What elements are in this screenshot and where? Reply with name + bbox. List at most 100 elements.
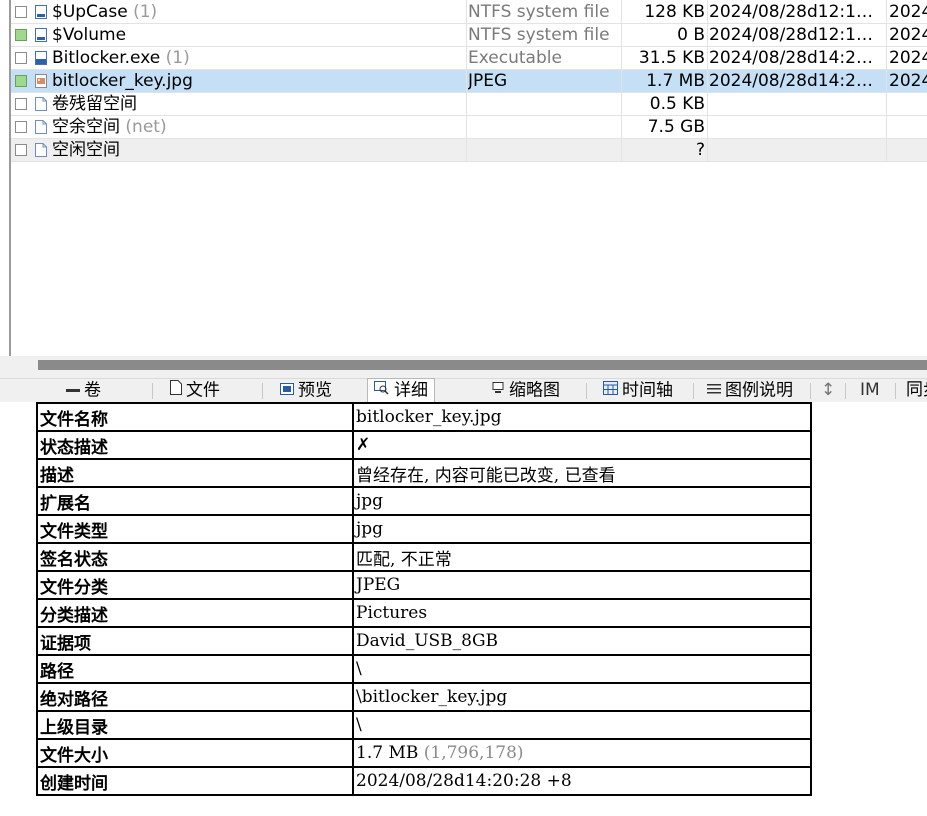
file-type: NTFS system file xyxy=(468,25,610,45)
tab-separator xyxy=(895,383,896,399)
tab-thumbnails[interactable]: 缩略图 xyxy=(491,379,560,402)
file-count: (net) xyxy=(125,117,167,137)
column-divider xyxy=(707,0,708,161)
file-type: JPEG xyxy=(468,71,508,91)
detail-value: jpg xyxy=(356,519,384,539)
row-checkbox[interactable] xyxy=(15,75,27,87)
file-size: 0.5 KB xyxy=(649,94,705,114)
tab-label: 卷 xyxy=(84,380,101,401)
file-type xyxy=(468,139,618,162)
file-date-2 xyxy=(889,116,927,139)
row-divider xyxy=(11,69,927,70)
row-divider xyxy=(11,138,927,139)
details-icon xyxy=(374,379,390,402)
executable-file-icon xyxy=(35,51,47,65)
table-row: 文件大小 1.7 MB (1,796,178) xyxy=(36,738,812,768)
file-row[interactable]: 卷残留空间 0.5 KB xyxy=(11,93,927,116)
row-checkbox[interactable] xyxy=(15,121,27,133)
detail-value: bitlocker_key.jpg xyxy=(356,407,502,427)
row-divider xyxy=(11,23,927,24)
tab-label: 图例说明 xyxy=(725,380,793,401)
calendar-icon xyxy=(603,379,618,402)
thumbnail-icon xyxy=(491,379,505,402)
file-row-selected[interactable]: bitlocker_key.jpg JPEG 1.7 MB 2024/08/28… xyxy=(11,70,927,93)
file-row[interactable]: $Volume NTFS system file 0 B 2024/08/28d… xyxy=(11,24,927,47)
detail-key: 文件类型 xyxy=(36,514,354,544)
image-file-icon xyxy=(35,74,47,88)
file-row[interactable]: 空闲空间 ? xyxy=(11,139,927,162)
file-date xyxy=(709,116,885,139)
table-row: 创建时间 2024/08/28d14:20:28 +8 xyxy=(36,766,812,796)
document-icon xyxy=(170,379,182,402)
detail-value: 匹配, 不正常 xyxy=(356,549,452,570)
tab-preview[interactable]: 预览 xyxy=(280,379,332,402)
table-row: 上级目录 \ xyxy=(36,710,812,740)
tab-volume[interactable]: 卷 xyxy=(66,379,101,402)
tab-im[interactable]: IM xyxy=(860,379,880,402)
detail-key: 扩展名 xyxy=(36,486,354,516)
table-row: 绝对路径 \bitlocker_key.jpg xyxy=(36,682,812,712)
preview-icon xyxy=(280,379,294,402)
legend-icon xyxy=(707,379,721,402)
scrollbar-thumb[interactable] xyxy=(38,360,927,370)
detail-key: 描述 xyxy=(36,458,354,488)
file-date: 2024/08/28d14:2… xyxy=(709,48,873,68)
file-type xyxy=(468,116,618,139)
row-checkbox[interactable] xyxy=(15,29,27,41)
volume-icon xyxy=(66,379,80,402)
file-size: 7.5 GB xyxy=(647,117,705,137)
file-date: 2024/08/28d12:1… xyxy=(709,2,873,22)
detail-value: \ xyxy=(356,659,362,679)
row-checkbox[interactable] xyxy=(15,98,27,110)
row-checkbox[interactable] xyxy=(15,6,27,18)
file-date-2: 2024 xyxy=(889,48,927,68)
detail-value: 1.7 MB xyxy=(356,743,419,763)
detail-value: 2024/08/28d14:20:28 +8 xyxy=(356,771,572,791)
column-divider xyxy=(621,0,622,161)
horizontal-scrollbar[interactable] xyxy=(0,356,927,378)
tab-legend[interactable]: 图例说明 xyxy=(707,379,793,402)
system-file-icon xyxy=(35,28,47,42)
detail-value: \ xyxy=(356,715,362,735)
file-size: 1.7 MB xyxy=(646,71,705,91)
table-row: 文件名称 bitlocker_key.jpg xyxy=(36,402,812,432)
tab-label: 文件 xyxy=(186,380,220,401)
file-name: bitlocker_key.jpg xyxy=(52,71,193,91)
file-size: ? xyxy=(695,140,705,160)
file-type: NTFS system file xyxy=(468,2,610,22)
tab-label: 详细 xyxy=(394,380,428,401)
file-date-2 xyxy=(889,139,927,162)
byte-count: (1,796,178) xyxy=(423,743,524,763)
file-date-2 xyxy=(889,93,927,116)
tab-sync[interactable]: 同步 xyxy=(906,379,927,402)
table-row: 文件类型 jpg xyxy=(36,514,812,544)
file-row[interactable]: $UpCase (1) NTFS system file 128 KB 2024… xyxy=(11,1,927,24)
file-name: 空闲空间 xyxy=(52,140,120,160)
detail-key: 证据项 xyxy=(36,626,354,656)
sort-arrows-icon[interactable]: ↕ xyxy=(821,379,835,402)
file-date-2: 2024 xyxy=(889,71,927,91)
detail-value: 曾经存在, 内容可能已改变, 已查看 xyxy=(356,465,616,486)
file-row[interactable]: 空余空间 (net) 7.5 GB xyxy=(11,116,927,139)
tab-details[interactable]: 详细 xyxy=(367,378,435,403)
tab-separator xyxy=(586,383,587,399)
row-checkbox[interactable] xyxy=(15,144,27,156)
file-size: 31.5 KB xyxy=(638,48,705,68)
detail-key: 文件大小 xyxy=(36,738,354,768)
row-divider xyxy=(11,115,927,116)
column-divider xyxy=(886,0,887,161)
file-size: 128 KB xyxy=(644,2,705,22)
detail-value: jpg xyxy=(356,491,384,511)
file-name: 卷残留空间 xyxy=(52,94,137,114)
tab-file[interactable]: 文件 xyxy=(170,379,220,402)
tab-separator xyxy=(693,383,694,399)
status-mark: ✗ xyxy=(356,435,371,455)
tab-timeline[interactable]: 时间轴 xyxy=(603,379,673,402)
detail-value: David_USB_8GB xyxy=(356,631,499,651)
file-row[interactable]: Bitlocker.exe (1) Executable 31.5 KB 202… xyxy=(11,47,927,70)
row-checkbox[interactable] xyxy=(15,52,27,64)
file-date-2: 2024 xyxy=(889,25,927,45)
row-divider xyxy=(11,92,927,93)
detail-key: 路径 xyxy=(36,654,354,684)
file-icon xyxy=(35,143,47,157)
